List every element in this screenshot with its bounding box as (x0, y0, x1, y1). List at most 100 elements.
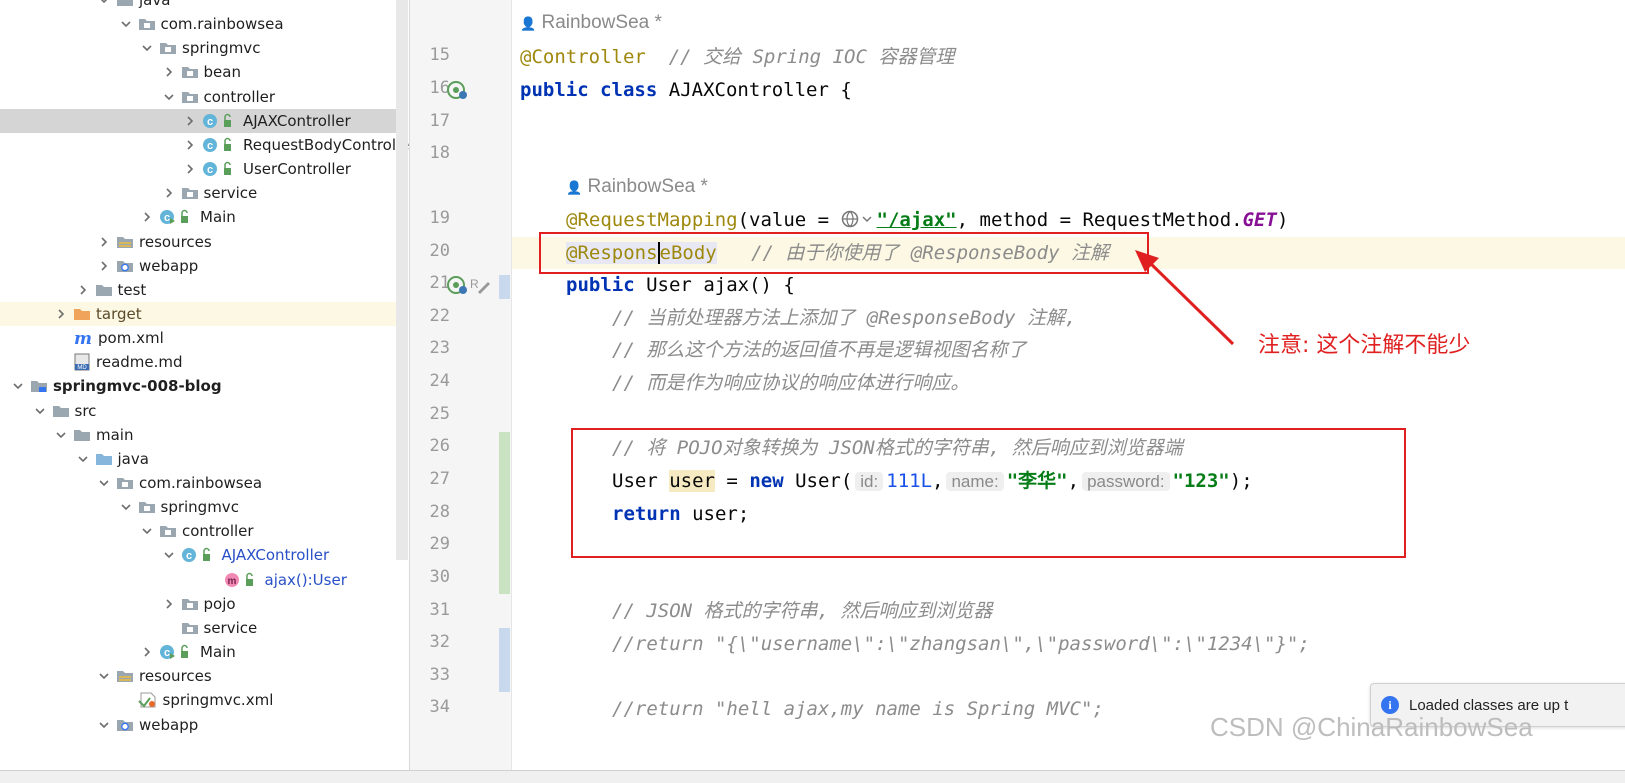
tree-scrollbar[interactable] (396, 0, 408, 560)
tree-item[interactable]: src (0, 399, 397, 423)
chevron-down-icon[interactable] (53, 427, 69, 443)
user-icon: 👤 (566, 180, 583, 195)
line-number: 19 (429, 208, 450, 228)
tree-item[interactable]: main (0, 423, 397, 447)
globe-icon[interactable] (841, 210, 877, 228)
line-number: 25 (429, 404, 450, 424)
tree-item-label: java (117, 449, 149, 468)
chevron-down-icon[interactable] (75, 451, 91, 467)
mapping-path[interactable]: "/ajax" (877, 209, 957, 231)
chevron-right-icon[interactable] (139, 209, 155, 225)
tree-item-label: bean (203, 63, 241, 82)
chevron-down-icon[interactable] (96, 717, 112, 733)
chevron-right-icon[interactable] (96, 258, 112, 274)
tree-item[interactable]: target (0, 301, 397, 326)
tree-item[interactable]: springmvc (0, 36, 397, 60)
chevron-right-icon[interactable] (53, 306, 69, 322)
tree-item[interactable]: springmvc (0, 495, 397, 519)
tree-item[interactable]: java (0, 0, 397, 12)
folder-icon (73, 428, 91, 442)
chevron-right-icon[interactable] (96, 234, 112, 250)
chevron-right-icon[interactable] (182, 161, 198, 177)
chevron-down-icon[interactable] (139, 40, 155, 56)
edit-request-icon[interactable]: R (468, 274, 492, 296)
chevron-down-icon[interactable] (118, 16, 134, 32)
tree-item[interactable]: c Main (0, 640, 397, 664)
tree-item[interactable]: resources (0, 664, 397, 688)
author-hint-method[interactable]: 👤 RainbowSea * (566, 172, 708, 202)
chevron-right-icon[interactable] (139, 644, 155, 660)
class-icon: c (202, 137, 238, 153)
project-tree: java com.rainbowsea springmvc bean controlle… (0, 0, 410, 770)
chevron-down-icon[interactable] (32, 403, 48, 419)
code-line-21: public User ajax() { (566, 270, 795, 300)
tree-item-label: readme.md (96, 353, 183, 372)
tree-item[interactable]: springmvc-008-blog (0, 374, 397, 398)
line-number: 20 (429, 241, 450, 261)
tree-item[interactable]: com.rainbowsea (0, 471, 397, 495)
tree-item[interactable]: springmvc.xml (0, 688, 397, 712)
chevron-right-icon[interactable] (161, 64, 177, 80)
tree-item-label: controller (203, 87, 276, 106)
svg-text:MD: MD (77, 365, 87, 371)
tree-item[interactable]: c RequestBodyController (0, 133, 409, 157)
chevron-right-icon[interactable] (161, 185, 177, 201)
enum-constant: GET (1242, 209, 1277, 231)
tree-item-label: target (96, 304, 142, 323)
red-arrow-icon (1135, 250, 1235, 346)
tree-item[interactable]: test (0, 278, 397, 302)
tree-item[interactable]: MD readme.md (0, 350, 397, 374)
main-class-icon: c (159, 644, 195, 660)
chevron-down-icon[interactable] (118, 499, 134, 515)
tree-item[interactable]: webapp (0, 713, 397, 737)
tree-item[interactable]: c AJAXController (0, 108, 397, 133)
keyword: class (600, 79, 658, 101)
spring-mapping-gutter-icon[interactable] (446, 274, 470, 296)
tree-item[interactable]: resources (0, 230, 397, 254)
tree-item-label: AJAXController (243, 111, 351, 130)
code-comment: // JSON 格式的字符串, 然后响应到浏览器 (612, 600, 993, 622)
chevron-right-icon[interactable] (182, 113, 198, 129)
code-editor[interactable]: 👤 RainbowSea * @Controller // 交给 Spring … (512, 0, 1625, 770)
package-icon (181, 621, 199, 635)
annotation-note: 注意: 这个注解不能少 (1258, 333, 1471, 358)
tree-item[interactable]: m ajax():User (0, 568, 397, 592)
tree-item[interactable]: webapp (0, 254, 397, 278)
tree-item[interactable]: pojo (0, 592, 397, 616)
chevron-down-icon[interactable] (96, 668, 112, 684)
chevron-down-icon[interactable] (96, 475, 112, 491)
tree-item[interactable]: service (0, 181, 397, 205)
chevron-down-icon[interactable] (10, 378, 26, 394)
web-folder-icon (116, 718, 134, 732)
tree-item[interactable]: com.rainbowsea (0, 12, 397, 36)
svg-text:c: c (164, 212, 170, 224)
chevron-right-icon[interactable] (182, 137, 198, 153)
line-number: 24 (429, 371, 450, 391)
tree-item[interactable]: controller (0, 85, 397, 109)
line-number: 15 (429, 45, 450, 65)
tree-item-label: com.rainbowsea (139, 474, 263, 492)
tree-item[interactable]: c UserController (0, 157, 397, 181)
change-marker (499, 275, 510, 299)
spring-bean-gutter-icon[interactable] (446, 79, 470, 101)
tree-item[interactable]: java (0, 447, 397, 471)
modified-lines-marker (499, 628, 510, 692)
notification-text: Loaded classes are up t (1409, 696, 1569, 714)
chevron-right-icon[interactable] (75, 282, 91, 298)
tree-item[interactable]: service (0, 616, 397, 640)
chevron-down-icon[interactable] (161, 89, 177, 105)
tree-item[interactable]: bean (0, 60, 397, 84)
svg-text:c: c (185, 550, 191, 562)
chevron-down-icon[interactable] (96, 0, 112, 8)
author-hint-class[interactable]: 👤 RainbowSea * (520, 8, 662, 38)
tree-item[interactable]: controller (0, 519, 397, 543)
tree-item[interactable]: c Main (0, 205, 397, 229)
package-icon (159, 524, 177, 538)
tree-item[interactable]: m pom.xml (0, 326, 397, 350)
chevron-down-icon[interactable] (161, 547, 177, 563)
code-comment: //return "{\"username\":\"zhangsan\",\"p… (612, 633, 1310, 655)
chevron-down-icon[interactable] (139, 523, 155, 539)
tree-item[interactable]: c AJAXController (0, 543, 397, 567)
chevron-right-icon[interactable] (161, 596, 177, 612)
web-folder-icon (116, 259, 134, 273)
